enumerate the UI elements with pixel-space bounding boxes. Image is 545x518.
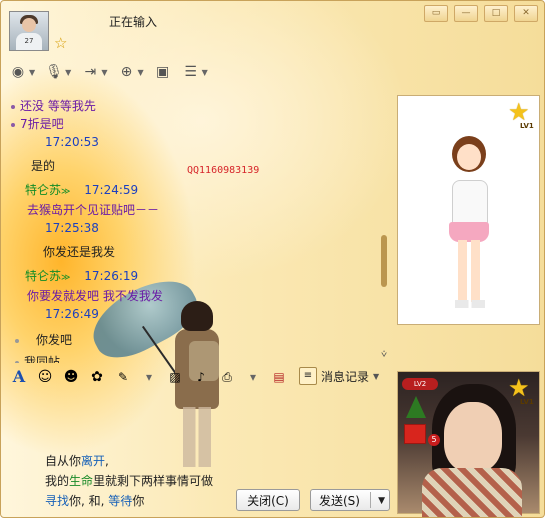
bullet-icon [15, 338, 19, 343]
chat-scrollbar[interactable] [381, 235, 387, 287]
feature-toolbar: ◉ ▼ 🎙 ▼ ⇥ ▼ ⊕ ▼ ▣ ☰ ▼ [9, 63, 208, 81]
screenshot-icon[interactable]: ⎙ [217, 367, 237, 387]
emoji-icon[interactable]: ☺ [35, 367, 55, 387]
sender-name[interactable]: 特仑苏 [25, 269, 61, 283]
chevron-down-icon[interactable]: ▼ [202, 68, 208, 77]
chat-message: 你发还是我发 [43, 245, 116, 259]
level-star-icon: ★ [508, 374, 530, 402]
minimize-button[interactable]: — [454, 5, 478, 22]
remote-desktop-button[interactable]: ▣ [154, 63, 172, 81]
chat-message: 还没 等等我先 [11, 97, 96, 114]
send-label: 发送(S) [319, 494, 360, 508]
chevron-down-icon[interactable]: ▾ [243, 367, 263, 387]
video-call-button[interactable]: ◉ ▼ [9, 63, 35, 81]
add-contact-button[interactable]: ⊕ ▼ [117, 63, 144, 81]
title-bar: 27 ☆ 正在输入 ▭ — □ ✕ [1, 1, 544, 59]
chat-message: 你发吧 [15, 331, 72, 348]
chat-message: 去猴岛开个见证贴吧－－ [27, 203, 160, 217]
favorite-star-icon[interactable]: ☆ [54, 35, 70, 51]
file-transfer-icon: ⇥ [84, 64, 97, 80]
sender-name[interactable]: 特仑苏 [25, 183, 61, 197]
gift-box-icon[interactable] [404, 424, 426, 444]
message-time: 17:26:49 [45, 307, 99, 321]
doll-skirt [449, 222, 489, 242]
music-icon[interactable]: ♪ [191, 367, 211, 387]
microphone-icon: 🎙 [45, 64, 64, 80]
magic-emoji-icon[interactable]: ☻ [61, 367, 81, 387]
message-input[interactable]: 自从你离开, 我的生命里就剩下两样事情可做 寻找你, 和, 等待你 [45, 451, 213, 511]
send-button[interactable]: 发送(S) ▼ [310, 489, 390, 511]
typing-status: 正在输入 [109, 15, 158, 29]
input-line: 自从你离开, [45, 454, 109, 468]
chevron-down-icon[interactable]: ▾ [139, 367, 159, 387]
format-toolbar: A ☺ ☻ ✿ ✎ ▾ ▨ ♪ ⎙ ▾ ▤ ▾ [9, 367, 315, 387]
qq-chat-window: 27 ☆ 正在输入 ▭ — □ ✕ ◉▼ 🎙▼ ⇥▼ ⊕▼ ▣ ☰▼ [0, 0, 545, 518]
maximize-button[interactable]: □ [484, 5, 508, 22]
photo-face [444, 402, 502, 472]
send-divider [370, 492, 371, 508]
christmas-tree-icon [406, 396, 426, 418]
chevron-down-icon[interactable]: ▼ [65, 68, 71, 77]
message-time: 17:24:59 [84, 183, 139, 197]
doll-face [457, 144, 481, 170]
close-window-button[interactable]: ✕ [514, 5, 538, 22]
app-menu-icon: ☰ [184, 64, 197, 80]
watermark-text: QQ1160983139 [187, 165, 260, 176]
contact-avatar[interactable]: 27 [9, 11, 49, 51]
remote-desktop-icon: ▣ [156, 64, 170, 80]
font-icon[interactable]: A [9, 367, 29, 387]
contact-show-panel[interactable]: ★ LV1 [397, 95, 540, 325]
photo-dress [422, 468, 522, 517]
app-menu-button[interactable]: ☰ ▼ [182, 63, 208, 81]
bullet-icon [11, 122, 15, 127]
send-image-icon[interactable]: ▨ [165, 367, 185, 387]
skin-button[interactable]: ▭ [424, 5, 448, 22]
file-transfer-button[interactable]: ⇥ ▼ [81, 63, 107, 81]
chat-message: 你要发就发吧 我不发我发 [27, 289, 163, 303]
input-line: 我的生命里就剩下两样事情可做 [45, 474, 214, 488]
chevron-down-icon[interactable]: ▼ [373, 372, 379, 381]
message-records-button[interactable]: ≡ 消息记录 ▼ [299, 367, 379, 385]
shake-icon[interactable]: ✿ [87, 367, 107, 387]
chat-message: 是的 [31, 159, 56, 173]
gift-count-badge: 5 [428, 434, 440, 446]
avatar-head [22, 18, 36, 32]
doll-top [452, 180, 488, 226]
my-show-panel[interactable]: LV2 5 ★ LV1 [397, 371, 540, 517]
chat-message: 我同帖 [15, 353, 60, 363]
chevron-down-icon[interactable]: ▼ [101, 68, 107, 77]
avatar-doll [443, 136, 498, 316]
doll-legs [458, 240, 480, 302]
avatar-shirt: 27 [16, 33, 42, 50]
bullet-icon [15, 360, 19, 363]
collapse-panel-icon[interactable]: ⩒ [381, 349, 387, 360]
chat-history[interactable]: 还没 等等我先 7折是吧 17:20:53 是的 特仑苏≫ 17:24:59 去… [11, 93, 381, 363]
bullet-icon [11, 104, 15, 109]
records-label: 消息记录 [321, 369, 370, 384]
scribble-icon[interactable]: ✎ [113, 367, 133, 387]
window-controls: ▭ — □ ✕ [424, 5, 538, 22]
message-time: 17:20:53 [45, 135, 99, 149]
doll-shoes [455, 300, 485, 308]
input-line: 寻找你, 和, 等待你 [45, 494, 145, 508]
message-header: 特仑苏≫ 17:24:59 [25, 183, 139, 197]
message-header: 特仑苏≫ 17:26:19 [25, 269, 139, 283]
chevron-down-icon[interactable]: ▼ [29, 68, 35, 77]
level-star-icon: ★ [508, 98, 530, 126]
send-options-chevron-icon[interactable]: ▼ [378, 490, 385, 512]
level-badge: LV2 [402, 378, 438, 390]
chat-message: 7折是吧 [11, 115, 64, 132]
chevron-down-icon[interactable]: ▼ [137, 68, 143, 77]
voice-call-button[interactable]: 🎙 ▼ [45, 63, 71, 81]
history-icon: ≡ [299, 367, 317, 385]
add-contact-icon: ⊕ [120, 64, 133, 80]
message-time: 17:25:38 [45, 221, 99, 235]
gift-toolbar-icon[interactable]: ▤ [269, 367, 289, 387]
close-button[interactable]: 关闭(C) [236, 489, 300, 511]
webcam-icon: ◉ [11, 64, 25, 80]
level-label: LV1 [520, 122, 534, 130]
level-label: LV1 [520, 398, 534, 406]
message-time: 17:26:19 [84, 269, 139, 283]
